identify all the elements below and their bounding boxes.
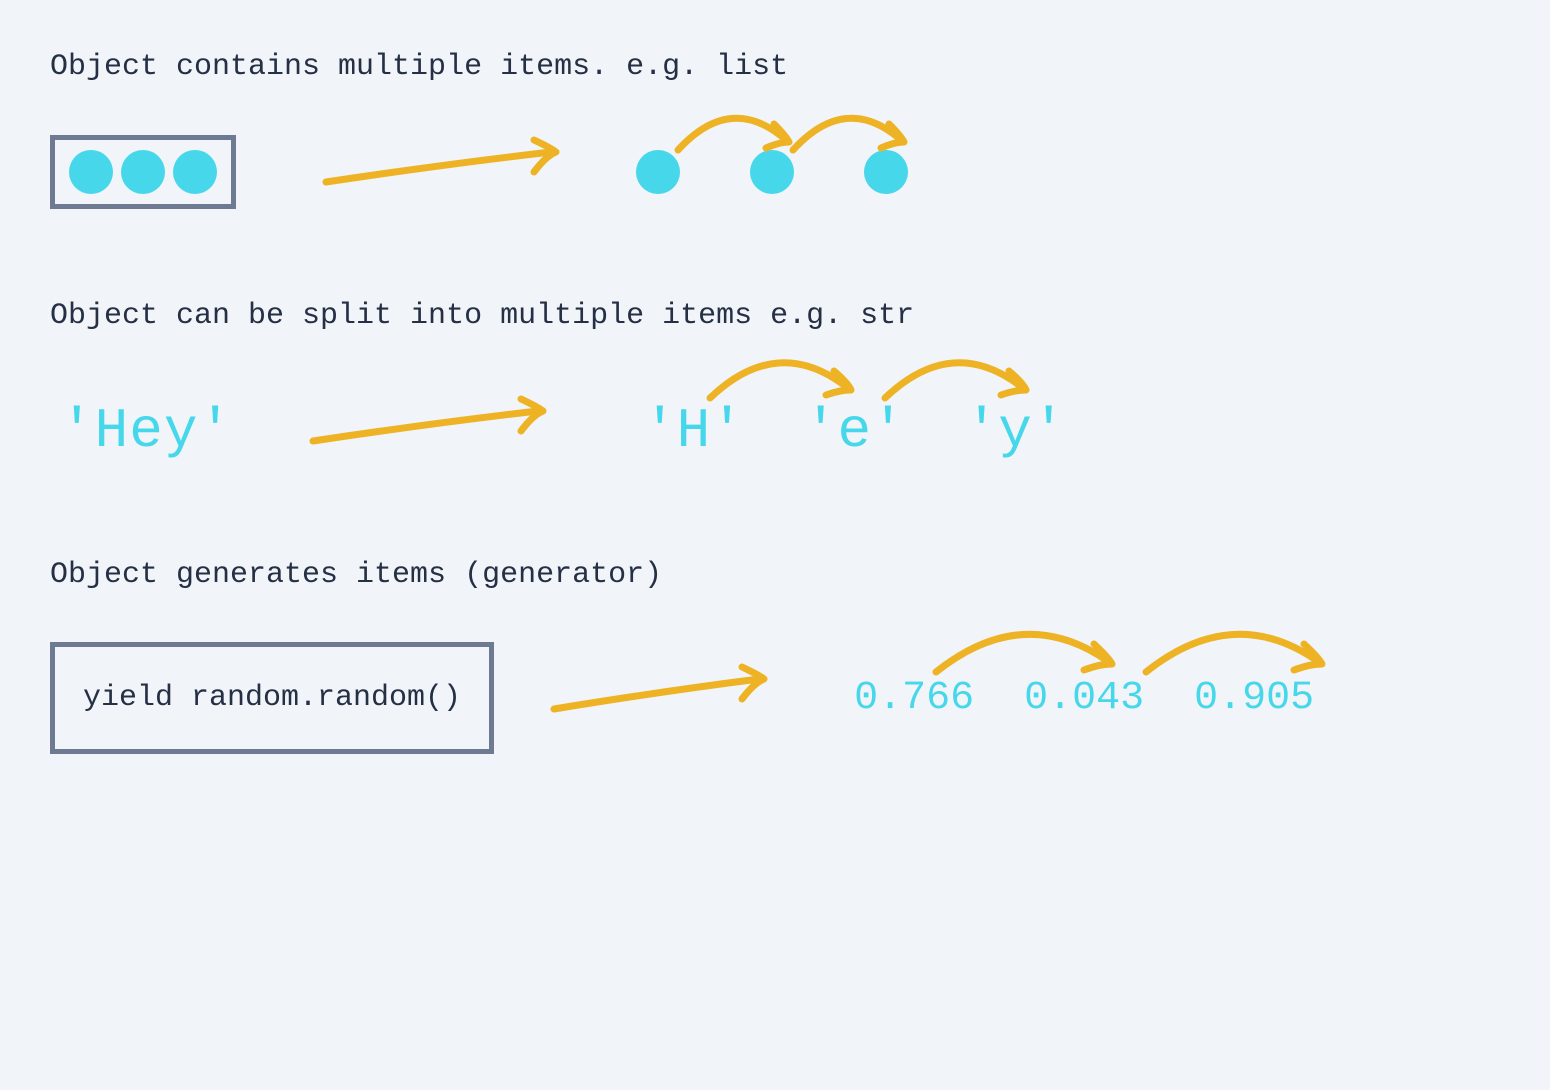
dot-icon [173, 150, 217, 194]
arrow-arc-icon [781, 100, 921, 160]
heading-generator: Object generates items (generator) [50, 558, 1500, 592]
heading-str: Object can be split into multiple items … [50, 299, 1500, 333]
source-string: 'Hey' [50, 399, 233, 463]
dot-icon [121, 150, 165, 194]
code-box: yield random.random() [50, 642, 494, 754]
heading-list: Object contains multiple items. e.g. lis… [50, 50, 1500, 84]
row-list [50, 134, 1500, 209]
section-list: Object contains multiple items. e.g. lis… [50, 50, 1500, 209]
arrow-right-icon [303, 393, 563, 468]
generator-items: 0.766 0.043 0.905 [854, 676, 1314, 721]
char-item: 'H' [643, 399, 744, 463]
list-box [50, 135, 236, 209]
char-item: 'e' [804, 399, 905, 463]
code-text: yield random.random() [83, 681, 461, 715]
char-item: 'y' [965, 399, 1066, 463]
arrow-right-icon [316, 134, 576, 209]
row-str: 'Hey' 'H' 'e' 'y' [50, 393, 1500, 468]
dot-icon [69, 150, 113, 194]
row-generator: yield random.random() 0.766 0.043 0.905 [50, 642, 1500, 754]
arrow-arc-icon [1134, 614, 1344, 684]
arrow-arc-icon [698, 343, 868, 408]
arrow-right-icon [544, 661, 784, 736]
str-items: 'H' 'e' 'y' [643, 399, 1065, 463]
arrow-arc-icon [924, 614, 1134, 684]
section-str: Object can be split into multiple items … [50, 299, 1500, 468]
list-items [636, 150, 908, 194]
section-generator: Object generates items (generator) yield… [50, 558, 1500, 754]
arrow-arc-icon [873, 343, 1043, 408]
